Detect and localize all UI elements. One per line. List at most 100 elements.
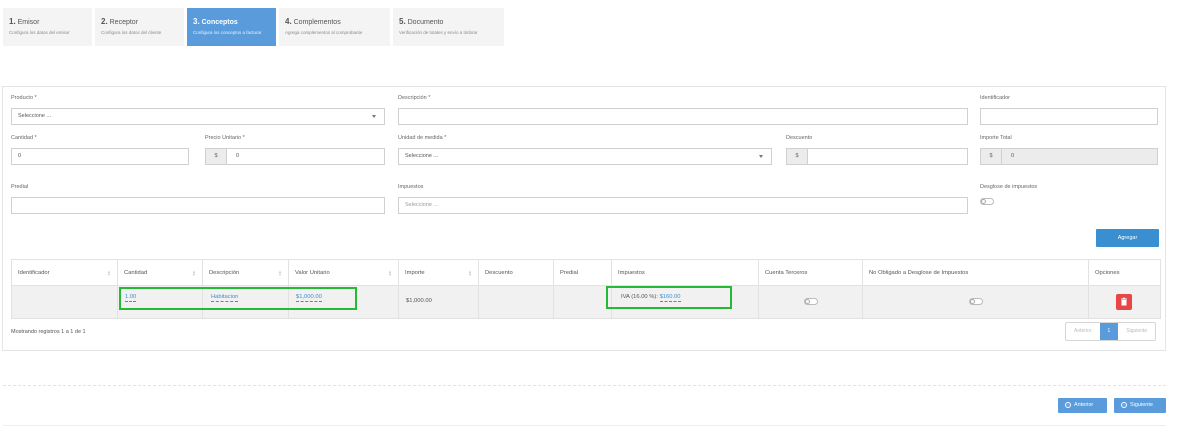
- pagination-prev[interactable]: Anterior: [1066, 323, 1100, 340]
- importe-total-input: $ 0: [980, 148, 1158, 165]
- identificador-label: Identificador: [980, 95, 1010, 101]
- sort-icon: ▲ ▼: [468, 269, 472, 277]
- desglose-impuestos-label: Desglose de impuestos: [980, 184, 1038, 190]
- siguiente-button[interactable]: › Siguiente: [1114, 398, 1166, 413]
- col-cuenta-terceros[interactable]: Cuenta Terceros: [759, 260, 863, 286]
- step-title: Receptor: [109, 19, 139, 26]
- step-conceptos[interactable]: 3. Conceptos Configura los conceptos a f…: [187, 8, 276, 46]
- sort-icon: ▲ ▼: [278, 269, 282, 277]
- col-predial[interactable]: Predial: [554, 260, 612, 286]
- siguiente-label: Siguiente: [1130, 402, 1153, 408]
- cantidad-label: Cantidad *: [11, 135, 37, 141]
- unidad-medida-label: Unidad de medida *: [398, 135, 447, 141]
- step-receptor[interactable]: 2. Receptor Configura los datos del clie…: [95, 8, 184, 46]
- step-complementos[interactable]: 4. Complementos Agrega complementos al c…: [279, 8, 390, 46]
- cell-predial: [554, 286, 612, 318]
- caret-down-icon: [372, 115, 376, 118]
- currency-addon: $: [787, 149, 808, 164]
- identificador-input[interactable]: [980, 108, 1158, 125]
- step-number: 4.: [285, 17, 292, 26]
- cell-importe: $1,000.00: [399, 286, 479, 318]
- col-label: Valor Unitario: [295, 270, 330, 276]
- arrow-right-circle-icon: ›: [1121, 401, 1127, 408]
- precio-unitario-input[interactable]: $ 0: [205, 148, 385, 165]
- col-impuestos[interactable]: Impuestos: [612, 260, 759, 286]
- step-subtitle: Configura los conceptos a facturar: [193, 30, 262, 35]
- impuestos-label: Impuestos: [398, 184, 424, 190]
- cuenta-terceros-toggle[interactable]: [804, 298, 818, 305]
- sort-icon: ▲ ▼: [107, 269, 111, 277]
- pagination-next[interactable]: Siguiente: [1118, 323, 1155, 340]
- col-valor-unitario[interactable]: Valor Unitario ▲ ▼: [289, 260, 399, 286]
- col-identificador[interactable]: Identificador ▲ ▼: [12, 260, 118, 286]
- toggle-knob: [981, 199, 986, 204]
- predial-label: Predial: [11, 184, 29, 190]
- producto-label: Producto *: [11, 95, 37, 101]
- cantidad-value: 0: [18, 153, 22, 159]
- agregar-button[interactable]: Agregar: [1096, 229, 1159, 247]
- col-label: No Obligado a Desglose de Impuestos: [869, 270, 969, 276]
- step-title: Conceptos: [201, 19, 238, 26]
- caret-down-icon: [759, 155, 763, 158]
- step-number: 1.: [9, 17, 16, 26]
- sort-icon: ▲ ▼: [388, 269, 392, 277]
- col-label: Predial: [560, 270, 579, 276]
- cell-cuenta-terceros: [759, 286, 863, 318]
- impuestos-placeholder: Seleccione ...: [405, 202, 439, 208]
- col-label: Cantidad: [124, 270, 148, 276]
- desglose-impuestos-toggle[interactable]: [980, 198, 994, 205]
- cell-identificador: [12, 286, 118, 318]
- col-cantidad[interactable]: Cantidad ▲ ▼: [118, 260, 203, 286]
- col-label: Importe: [405, 270, 425, 276]
- descuento-input[interactable]: $: [786, 148, 968, 165]
- sort-icon: ▲ ▼: [192, 269, 196, 277]
- anterior-label: Anterior: [1074, 402, 1094, 408]
- step-documento[interactable]: 5. Documento Verificación de totales y e…: [393, 8, 504, 46]
- no-obligado-toggle[interactable]: [969, 298, 983, 305]
- cantidad-input[interactable]: 0: [11, 148, 189, 165]
- col-label: Descuento: [485, 270, 513, 276]
- unidad-medida-select[interactable]: Seleccione ...: [398, 148, 772, 165]
- step-subtitle: Agrega complementos al comprobante: [285, 30, 363, 35]
- cell-opciones: [1089, 286, 1161, 318]
- step-subtitle: Verificación de totales y envío a timbra…: [399, 30, 478, 35]
- table-header: Identificador ▲ ▼ Cantidad ▲ ▼ Descripción ▲ ▼…: [12, 260, 1160, 286]
- anterior-button[interactable]: ‹ Anterior: [1058, 398, 1107, 413]
- conceptos-panel: Producto * Seleccione ... Descripción * …: [2, 86, 1166, 351]
- currency-addon: $: [981, 149, 1002, 164]
- highlight-box: [606, 286, 732, 309]
- descripcion-input[interactable]: [398, 108, 968, 125]
- step-subtitle: Configura los datos del emisor: [9, 30, 70, 35]
- col-label: Descripción: [209, 270, 240, 276]
- col-label: Impuestos: [618, 270, 645, 276]
- step-subtitle: Configura los datos del cliente: [101, 30, 162, 35]
- col-label: Opciones: [1095, 270, 1120, 276]
- col-no-obligado[interactable]: No Obligado a Desglose de Impuestos: [863, 260, 1089, 286]
- trash-icon: [1121, 297, 1127, 306]
- step-title: Complementos: [293, 19, 341, 26]
- wizard-steps: 1. Emisor Configura los datos del emisor…: [3, 8, 504, 46]
- importe-value: $1,000.00: [406, 298, 432, 304]
- step-emisor[interactable]: 1. Emisor Configura los datos del emisor: [3, 8, 92, 46]
- producto-select[interactable]: Seleccione ...: [11, 108, 385, 125]
- table-info: Mostrando registros 1 a 1 de 1: [11, 329, 86, 335]
- col-opciones: Opciones: [1089, 260, 1161, 286]
- col-descuento[interactable]: Descuento: [479, 260, 554, 286]
- pagination-page-1[interactable]: 1: [1099, 323, 1119, 340]
- delete-button[interactable]: [1116, 294, 1132, 310]
- arrow-left-circle-icon: ‹: [1065, 401, 1071, 408]
- col-descripcion[interactable]: Descripción ▲ ▼: [203, 260, 289, 286]
- unidad-medida-value: Seleccione ...: [405, 153, 439, 159]
- predial-input[interactable]: [11, 197, 385, 214]
- importe-total-label: Importe Total: [980, 135, 1012, 141]
- pagination: Anterior 1 Siguiente: [1065, 322, 1157, 341]
- currency-addon: $: [206, 149, 227, 164]
- col-importe[interactable]: Importe ▲ ▼: [399, 260, 479, 286]
- separator: [3, 385, 1166, 386]
- producto-select-value: Seleccione ...: [18, 113, 52, 119]
- toggle-knob: [805, 299, 810, 304]
- impuestos-select[interactable]: Seleccione ...: [398, 197, 968, 214]
- col-label: Identificador: [18, 270, 50, 276]
- col-label: Cuenta Terceros: [765, 270, 808, 276]
- cell-no-obligado: [863, 286, 1089, 318]
